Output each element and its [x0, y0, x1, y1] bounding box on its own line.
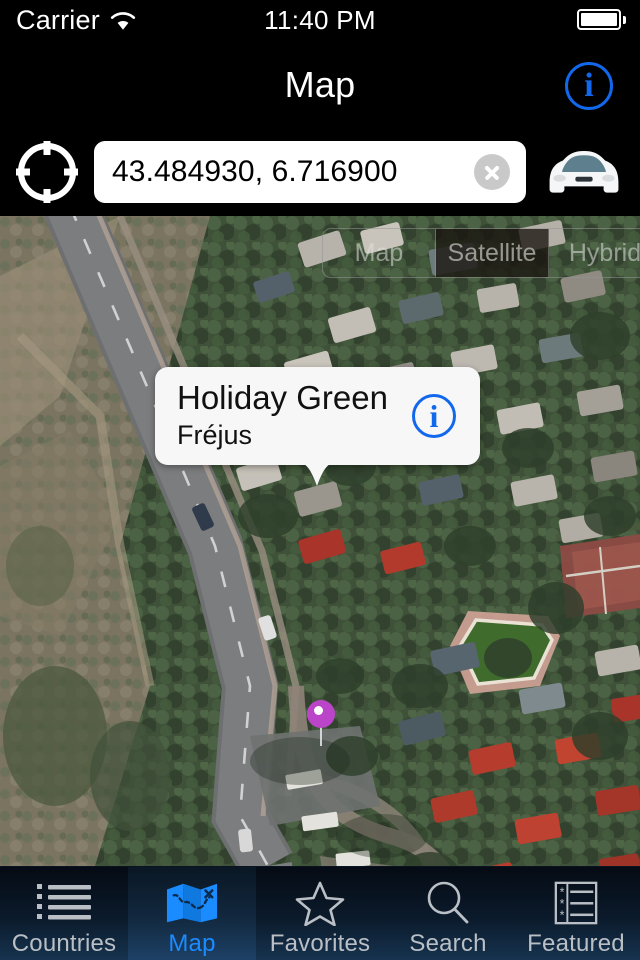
tab-countries[interactable]: Countries [0, 867, 128, 960]
status-bar: Carrier 11:40 PM [0, 0, 640, 42]
search-input-value[interactable]: 43.484930, 6.716900 [94, 155, 474, 189]
callout-info-circle-icon[interactable]: i [412, 394, 456, 438]
page-title: Map [284, 64, 356, 105]
tab-bar: Countries Map Favorites Search * * * Fea… [0, 866, 640, 960]
star-icon [295, 879, 345, 927]
info-circle-icon[interactable]: i [565, 62, 613, 110]
clear-circle-icon[interactable] [474, 154, 510, 190]
search-input[interactable]: 43.484930, 6.716900 [94, 141, 526, 203]
crosshair-locate-icon[interactable] [14, 139, 80, 205]
tab-featured[interactable]: * * * Featured [512, 867, 640, 960]
svg-text:*: * [560, 908, 565, 922]
map-view[interactable]: Legal [0, 216, 640, 866]
tab-label-favorites: Favorites [269, 930, 371, 957]
callout-title: Holiday Green [177, 380, 388, 417]
pin-dot [314, 706, 323, 715]
starred-list-icon: * * * [552, 879, 600, 927]
folded-map-icon [166, 879, 218, 927]
car-icon[interactable] [538, 141, 630, 203]
map-callout[interactable]: Holiday Green Fréjus i [155, 367, 480, 465]
tab-label-countries: Countries [11, 930, 117, 957]
tab-label-map: Map [168, 930, 216, 957]
callout-arrow [294, 462, 340, 486]
map-type-option-satellite[interactable]: Satellite [436, 229, 549, 277]
tab-label-search: Search [409, 930, 487, 957]
callout-subtitle: Fréjus [177, 420, 253, 451]
map-type-segmented-control[interactable]: Map Satellite Hybrid [322, 228, 640, 278]
list-bullet-icon [37, 879, 91, 927]
status-bar-time: 11:40 PM [264, 5, 376, 35]
callout-info-glyph: i [429, 398, 439, 434]
app-window: Carrier 11:40 PM Map i 43.484930, 6.7169… [0, 0, 640, 960]
tab-favorites[interactable]: Favorites [256, 867, 384, 960]
magnifier-icon [424, 879, 472, 927]
navigation-bar: Map i [0, 42, 640, 128]
battery-icon [577, 9, 626, 30]
map-type-option-hybrid[interactable]: Hybrid [549, 229, 640, 277]
search-toolbar: 43.484930, 6.716900 [0, 128, 640, 216]
map-type-option-map[interactable]: Map [323, 229, 436, 277]
tab-label-featured: Featured [527, 930, 625, 957]
tab-map[interactable]: Map [128, 867, 256, 960]
info-glyph: i [584, 66, 594, 104]
map-pin-icon[interactable] [307, 700, 335, 746]
satellite-imagery [0, 216, 640, 866]
tab-search[interactable]: Search [384, 867, 512, 960]
callout-text-block: Holiday Green Fréjus [155, 380, 412, 451]
